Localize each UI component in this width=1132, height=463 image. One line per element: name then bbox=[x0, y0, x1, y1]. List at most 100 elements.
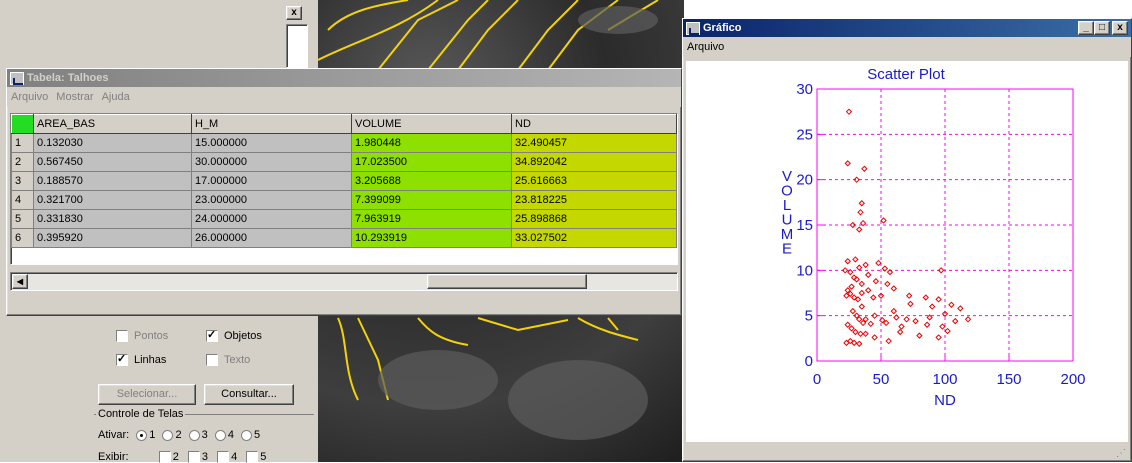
cell-area-bas[interactable]: 0.395920 bbox=[33, 228, 192, 248]
pontos-option[interactable]: Pontos bbox=[116, 330, 168, 343]
cell-volume[interactable]: 1.980448 bbox=[351, 133, 512, 153]
pontos-checkbox[interactable] bbox=[116, 330, 128, 343]
data-point bbox=[844, 160, 851, 167]
menu-ajuda[interactable]: Ajuda bbox=[102, 91, 130, 103]
row-number[interactable]: 1 bbox=[11, 133, 34, 153]
data-grid[interactable]: AREA_BAS H_M VOLUME ND 1 0.132030 15.00000… bbox=[10, 113, 678, 265]
ativar-row: Ativar: 1 2 3 4 5 bbox=[98, 429, 260, 441]
screen-radio-2[interactable] bbox=[162, 429, 174, 441]
resize-grip-icon[interactable]: ⋰ bbox=[1116, 448, 1126, 459]
screen-label-1: 1 bbox=[149, 429, 156, 441]
data-point bbox=[907, 300, 914, 308]
column-header-area-bas[interactable]: AREA_BAS bbox=[33, 114, 192, 134]
cell-h-m[interactable]: 15.000000 bbox=[191, 133, 352, 153]
cell-volume[interactable]: 7.399099 bbox=[351, 190, 512, 210]
cell-area-bas[interactable]: 0.188570 bbox=[33, 171, 192, 191]
column-header-h-m[interactable]: H_M bbox=[191, 114, 352, 134]
chart-window: Gráfico _ □ x Arquivo Scatter Plot 0 50 100… bbox=[682, 18, 1132, 462]
cell-area-bas[interactable]: 0.132030 bbox=[33, 133, 192, 153]
table-row[interactable]: 3 0.188570 17.000000 3.205688 25.616663 bbox=[11, 171, 677, 191]
table-window: Tabela: Talhoes Arquivo Mostrar Ajuda AR… bbox=[6, 68, 682, 316]
linhas-option[interactable]: Linhas bbox=[116, 352, 166, 367]
menu-arquivo[interactable]: Arquivo bbox=[687, 41, 724, 53]
data-point bbox=[848, 325, 855, 332]
screen-radio-5[interactable] bbox=[241, 429, 252, 441]
y-tick-label: 10 bbox=[796, 262, 813, 279]
table-row[interactable]: 4 0.321700 23.000000 7.399099 23.818225 bbox=[11, 190, 677, 210]
cell-nd[interactable]: 32.490457 bbox=[511, 133, 677, 153]
select-all-cell[interactable] bbox=[11, 114, 34, 134]
y-tick-label: 30 bbox=[796, 81, 813, 98]
screen-radio-1[interactable] bbox=[136, 429, 148, 441]
data-point bbox=[952, 317, 959, 325]
linhas-checkbox[interactable] bbox=[116, 352, 128, 367]
row-number[interactable]: 3 bbox=[11, 171, 34, 191]
data-point bbox=[856, 340, 863, 347]
cell-h-m[interactable]: 23.000000 bbox=[191, 190, 352, 210]
table-row[interactable]: 1 0.132030 15.000000 1.980448 32.490457 bbox=[11, 133, 677, 153]
chart-window-titlebar[interactable]: Gráfico _ □ x bbox=[683, 19, 1131, 37]
objetos-option[interactable]: Objetos bbox=[206, 328, 262, 343]
scroll-thumb[interactable] bbox=[427, 274, 587, 289]
exibir-checkbox-2[interactable] bbox=[158, 451, 171, 463]
cell-nd[interactable]: 34.892042 bbox=[511, 152, 677, 172]
texto-checkbox[interactable] bbox=[206, 354, 218, 367]
screen-radio-3[interactable] bbox=[188, 429, 200, 441]
table-row[interactable]: 2 0.567450 30.000000 17.023500 34.892042 bbox=[11, 152, 677, 172]
cell-volume[interactable]: 7.963919 bbox=[351, 209, 512, 229]
controle-de-telas-group: Controle de Telas Ativar: 1 2 3 4 5 Exib… bbox=[94, 408, 314, 463]
cell-area-bas[interactable]: 0.567450 bbox=[33, 152, 192, 172]
selecionar-button[interactable]: Selecionar... bbox=[98, 384, 196, 405]
y-tick-label: 25 bbox=[796, 126, 813, 143]
table-window-titlebar[interactable]: Tabela: Talhoes bbox=[7, 69, 681, 87]
row-number[interactable]: 4 bbox=[11, 190, 34, 210]
x-tick-label: 50 bbox=[873, 371, 890, 388]
cell-area-bas[interactable]: 0.331830 bbox=[33, 209, 192, 229]
panel-scroll-box[interactable] bbox=[286, 24, 308, 68]
cell-h-m[interactable]: 24.000000 bbox=[191, 209, 352, 229]
data-point bbox=[861, 165, 868, 172]
data-point bbox=[852, 328, 859, 336]
column-header-volume[interactable]: VOLUME bbox=[351, 114, 512, 134]
scroll-left-icon[interactable]: ◀ bbox=[12, 274, 28, 289]
close-button[interactable]: x bbox=[1112, 21, 1128, 35]
cell-nd[interactable]: 33.027502 bbox=[511, 228, 677, 248]
cell-h-m[interactable]: 26.000000 bbox=[191, 228, 352, 248]
consultar-button[interactable]: Consultar... bbox=[204, 384, 294, 405]
row-number[interactable]: 2 bbox=[11, 152, 34, 172]
row-number[interactable]: 6 bbox=[11, 228, 34, 248]
menu-mostrar[interactable]: Mostrar bbox=[56, 91, 93, 103]
column-header-nd[interactable]: ND bbox=[511, 114, 677, 134]
data-point bbox=[885, 337, 892, 345]
exibir-checkbox-3[interactable] bbox=[187, 451, 200, 463]
cell-nd[interactable]: 25.616663 bbox=[511, 171, 677, 191]
row-number[interactable]: 5 bbox=[11, 209, 34, 229]
data-point bbox=[858, 280, 866, 288]
cell-volume[interactable]: 17.023500 bbox=[351, 152, 512, 172]
close-icon[interactable]: x bbox=[286, 6, 302, 20]
objetos-checkbox[interactable] bbox=[206, 328, 218, 343]
chart-canvas[interactable]: Scatter Plot 0 50 100 150 200 0 5 10 15 20 25 30 ND V O… bbox=[686, 61, 1128, 441]
cell-nd[interactable]: 25.898868 bbox=[511, 209, 677, 229]
table-row[interactable]: 6 0.395920 26.000000 10.293919 33.027502 bbox=[11, 228, 677, 248]
cell-h-m[interactable]: 30.000000 bbox=[191, 152, 352, 172]
maximize-button[interactable]: □ bbox=[1094, 21, 1110, 35]
texto-option[interactable]: Texto bbox=[206, 354, 250, 367]
minimize-button[interactable]: _ bbox=[1078, 21, 1094, 35]
data-point bbox=[844, 258, 851, 265]
data-point bbox=[957, 305, 964, 312]
horizontal-scrollbar[interactable]: ◀ bbox=[10, 272, 678, 291]
data-point bbox=[944, 327, 951, 335]
data-point bbox=[884, 280, 891, 288]
screen-radio-4[interactable] bbox=[214, 429, 226, 441]
exibir-checkbox-5[interactable] bbox=[246, 451, 259, 463]
scatter-plot: Scatter Plot0 50 100 150 200051015202530NDVO… bbox=[781, 66, 1086, 409]
cell-area-bas[interactable]: 0.321700 bbox=[33, 190, 192, 210]
cell-h-m[interactable]: 17.000000 bbox=[191, 171, 352, 191]
table-row[interactable]: 5 0.331830 24.000000 7.963919 25.898868 bbox=[11, 209, 677, 229]
exibir-checkbox-4[interactable] bbox=[217, 451, 230, 463]
menu-arquivo[interactable]: Arquivo bbox=[11, 91, 48, 103]
cell-nd[interactable]: 23.818225 bbox=[511, 190, 677, 210]
cell-volume[interactable]: 3.205688 bbox=[351, 171, 512, 191]
cell-volume[interactable]: 10.293919 bbox=[351, 228, 512, 248]
